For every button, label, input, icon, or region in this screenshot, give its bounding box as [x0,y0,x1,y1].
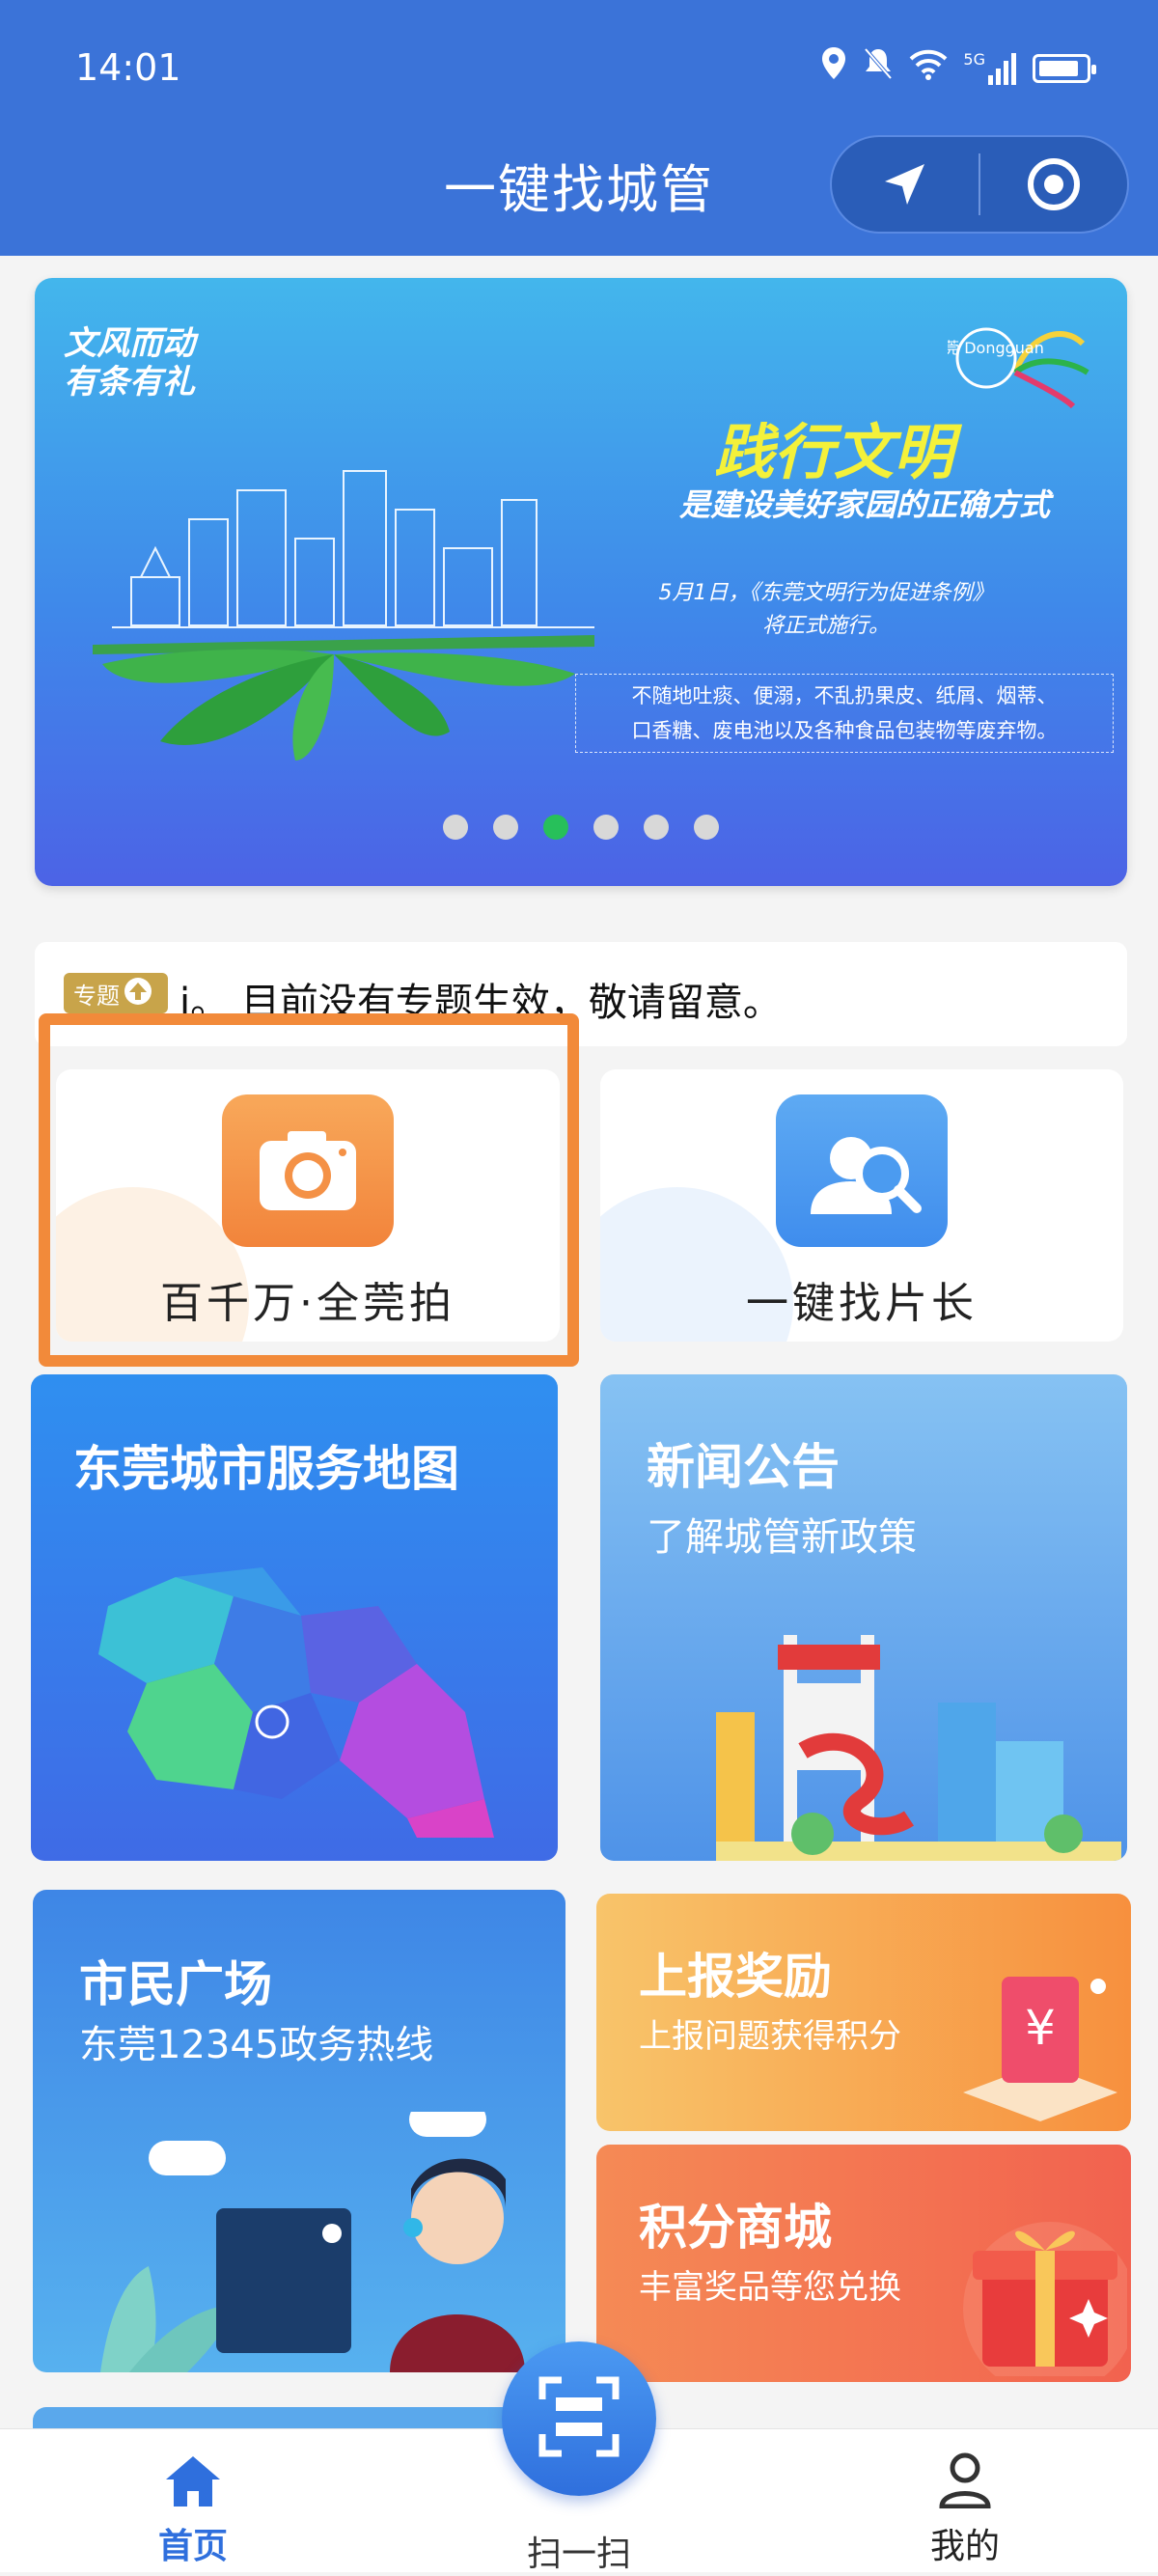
mute-bell-icon [863,46,894,90]
banner-subline: 是建设美好家园的正确方式 [678,486,1050,523]
wifi-icon [909,47,948,89]
tile-points-mall[interactable]: 积分商城 丰富奖品等您兑换 [596,2145,1131,2382]
tile-city-service-map[interactable]: 东莞城市服务地图 [31,1374,558,1861]
location-pin-icon [820,46,847,90]
tile-report-reward[interactable]: 上报奖励 上报问题获得积分 ¥ [596,1894,1131,2131]
city-leaf-illustration [73,413,614,761]
target-circle-icon[interactable] [980,137,1127,232]
banner-date-text: 5月1日，《东莞文明行为促进条例》 将正式施行。 [658,581,994,638]
navigation-arrow-icon[interactable] [832,137,979,232]
home-icon [164,2454,222,2512]
coin-reward-illustration: ¥ [934,1948,1127,2125]
quick-action-find-manager[interactable]: 一键找片长 [600,1069,1123,1342]
tab-home[interactable]: 首页 [96,2429,290,2572]
dongguan-logo: 东莞 Dongguan [928,315,1092,411]
carousel-dot[interactable] [493,815,518,840]
tile-news[interactable]: 新闻公告 了解城管新政策 [600,1374,1127,1861]
tab-mine[interactable]: 我的 [868,2429,1062,2572]
tile-subtitle: 了解城管新政策 [647,1515,917,1560]
app-header: 14:01 5G 一键找城管 [0,0,1158,256]
tile-title: 东莞城市服务地图 [73,1441,459,1497]
tab-label: 我的 [929,2527,1000,2566]
promo-banner[interactable]: 文风而动 有条有礼 东莞 Dongguan 践行文明 是建设美好家园的正确方式 … [35,278,1127,886]
svg-text:¥: ¥ [1025,2000,1056,2056]
gift-box-illustration [944,2193,1131,2382]
tile-subtitle: 丰富奖品等您兑换 [639,2268,901,2307]
user-icon [936,2451,994,2512]
tile-title: 积分商城 [639,2200,832,2256]
banner-rules-text: 不随地吐痰、便溺，不乱扔果皮、纸屑、烟蒂、 口香糖、废电池以及各种食品包装物等废… [575,674,1114,753]
tile-title: 上报奖励 [639,1949,832,2005]
tile-citizen-plaza[interactable]: 市民广场 东莞12345政务热线 [33,1890,565,2372]
carousel-dot[interactable] [443,815,468,840]
svg-text:东莞 Dongguan: 东莞 Dongguan [948,339,1044,357]
tile-title: 新闻公告 [647,1439,840,1495]
signal-icon: 5G [963,51,1017,85]
tab-label: 扫一扫 [526,2534,631,2574]
tile-subtitle: 上报问题获得积分 [639,2017,901,2056]
status-icons: 5G [820,46,1096,90]
highlight-frame [39,1013,579,1367]
scan-button[interactable] [502,2341,656,2496]
battery-icon [1033,53,1096,83]
tile-title: 市民广场 [79,1956,272,2012]
banner-slogan: 文风而动 有条有礼 [64,324,195,402]
carousel-dot[interactable] [543,815,568,840]
topic-badge: 专题 [64,973,168,1013]
tab-label: 首页 [157,2527,228,2566]
city-landmark-illustration [706,1606,1121,1861]
person-search-icon [776,1094,948,1247]
banner-headline: 践行文明 [713,417,953,487]
quick-action-label: 一键找片长 [746,1279,978,1328]
district-map-illustration [89,1548,513,1842]
mini-program-capsule [830,135,1129,234]
tile-subtitle: 东莞12345政务热线 [79,2023,434,2067]
hotline-operator-illustration [91,2102,564,2372]
carousel-dot[interactable] [593,815,619,840]
arrow-up-icon [124,977,152,1010]
carousel-dots [35,815,1127,840]
carousel-dot[interactable] [644,815,669,840]
scan-icon [538,2376,620,2461]
status-time: 14:01 [75,46,181,89]
carousel-dot[interactable] [694,815,719,840]
